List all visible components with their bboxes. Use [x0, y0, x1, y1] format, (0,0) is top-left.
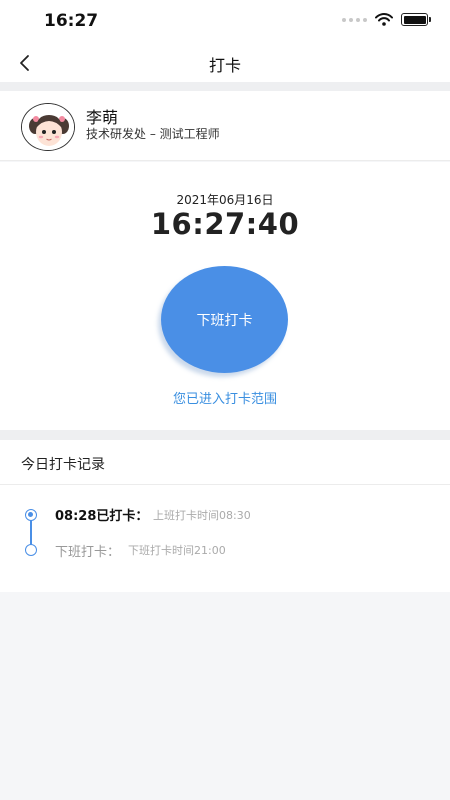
user-department: 技术研发处 – 测试工程师	[86, 127, 220, 141]
avatar[interactable]	[21, 103, 75, 151]
record-panel: 今日打卡记录 08:28已打卡： 上班打卡时间08:30 下班打卡： 下班打卡时…	[0, 440, 450, 592]
punch-date: 2021年06月16日	[176, 193, 274, 207]
clock-out-button[interactable]: 下班打卡	[161, 266, 288, 373]
signal-dots-icon	[342, 17, 367, 22]
battery-icon	[401, 13, 431, 26]
punch-panel: 2021年06月16日 16:27:40 下班打卡 您已进入打卡范围	[0, 162, 450, 430]
status-bar: 16:27	[0, 0, 450, 44]
record-title: 今日打卡记录	[21, 457, 105, 473]
girl-avatar-icon	[22, 104, 74, 150]
section-divider	[0, 82, 450, 91]
timeline-pending-dot-icon	[25, 544, 37, 556]
record-item-note: 下班打卡时间21:00	[128, 544, 226, 557]
user-card: 李萌 技术研发处 – 测试工程师	[0, 91, 450, 161]
record-item-note: 上班打卡时间08:30	[153, 509, 251, 522]
punch-clock: 16:27:40	[150, 207, 300, 241]
range-status: 您已进入打卡范围	[172, 392, 277, 407]
page-title: 打卡	[208, 56, 241, 75]
record-item-main: 08:28已打卡：	[55, 509, 149, 524]
timeline-done-dot-icon	[25, 509, 37, 521]
section-divider	[0, 430, 450, 440]
nav-bar: 打卡	[0, 44, 450, 82]
record-divider	[0, 484, 450, 485]
clock-out-button-label: 下班打卡	[196, 312, 253, 329]
record-item-main: 下班打卡：	[55, 545, 121, 560]
wifi-icon	[375, 13, 393, 26]
status-icons	[342, 13, 431, 26]
status-time: 16:27	[44, 11, 99, 31]
